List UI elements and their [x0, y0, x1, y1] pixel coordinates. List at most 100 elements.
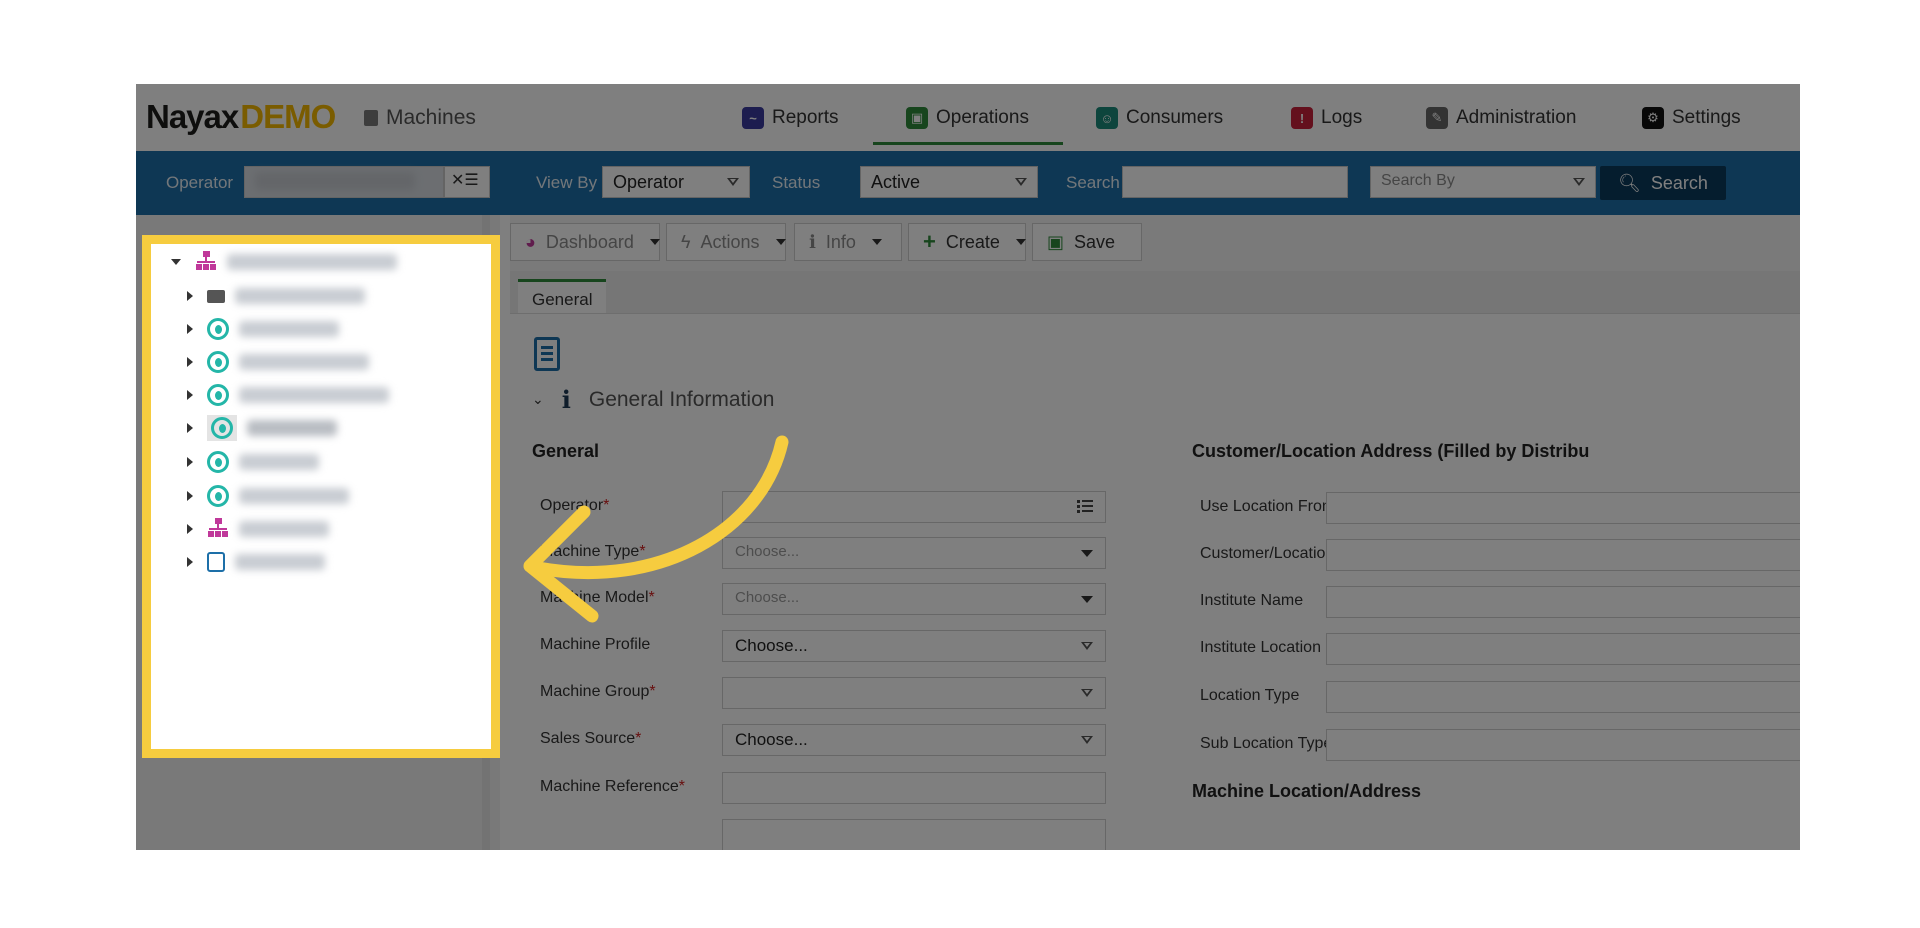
bag-icon — [207, 552, 225, 572]
actions-label: Actions — [700, 231, 760, 252]
expand-caret-icon[interactable] — [187, 524, 193, 534]
sub-location-type-select[interactable] — [1326, 729, 1800, 761]
nav-settings-label: Settings — [1672, 107, 1741, 128]
status-value: Active — [871, 172, 921, 192]
machine-reference-input[interactable] — [722, 772, 1106, 804]
chevron-down-icon: ⌄ — [532, 391, 544, 407]
nav-administration[interactable]: ✎ Administration — [1426, 98, 1576, 138]
nav-operations[interactable]: ▣ Operations — [906, 98, 1029, 138]
tree-node[interactable] — [187, 348, 369, 376]
institute-name-input[interactable] — [1326, 586, 1800, 618]
chevron-down-icon — [1015, 178, 1027, 186]
org-icon — [207, 518, 229, 540]
use-location-from-select[interactable] — [1326, 492, 1800, 524]
top-navigation: NayaxDEMO Machines ~ Reports ▣ Operation… — [136, 84, 1800, 151]
tree-node[interactable] — [187, 515, 329, 543]
sales-source-select[interactable]: Choose... — [722, 724, 1106, 756]
settings-icon: ⚙ — [1642, 107, 1664, 129]
tree-node-selected[interactable] — [187, 414, 337, 442]
info-button[interactable]: ℹ Info — [794, 223, 902, 261]
operator-select[interactable] — [244, 166, 444, 198]
tree-node[interactable] — [187, 381, 389, 409]
tree-node-label-redacted — [239, 454, 319, 470]
chevron-down-icon — [1081, 736, 1093, 744]
pie-chart-icon: ◕ — [525, 231, 536, 252]
tree-node-label-redacted — [239, 321, 339, 337]
section-header[interactable]: ⌄ i General Information — [532, 385, 774, 414]
location-pin-icon — [207, 451, 229, 473]
chevron-down-icon — [649, 239, 660, 245]
expand-caret-icon[interactable] — [187, 357, 193, 367]
reports-icon: ~ — [742, 107, 764, 129]
chevron-down-icon — [1573, 178, 1585, 186]
create-button[interactable]: + Create — [908, 223, 1026, 261]
nav-settings[interactable]: ⚙ Settings — [1642, 98, 1741, 138]
pointer-arrow-annotation — [523, 435, 789, 623]
operations-icon: ▣ — [906, 107, 928, 129]
list-icon[interactable] — [1077, 500, 1093, 514]
field-label-customer-location: Customer/Location — [1200, 545, 1335, 562]
toolbar: ◕ Dashboard ϟ Actions ℹ Info + Create ▣ — [510, 215, 1800, 271]
expand-caret-icon[interactable] — [187, 491, 193, 501]
nav-consumers[interactable]: ☺ Consumers — [1096, 98, 1223, 138]
field-label-location-type: Location Type — [1200, 687, 1300, 704]
plus-icon: + — [923, 229, 936, 254]
tree-node-label-redacted — [239, 387, 389, 403]
field-label-sub-location-type: Sub Location Type — [1200, 735, 1333, 752]
expand-caret-icon[interactable] — [187, 291, 193, 301]
section-title: General Information — [588, 387, 775, 411]
expand-caret-icon[interactable] — [187, 390, 193, 400]
expand-caret-icon[interactable] — [187, 557, 193, 567]
tree-node-root[interactable] — [171, 248, 397, 276]
search-button[interactable]: 🔍︎ Search — [1600, 166, 1726, 200]
nav-consumers-label: Consumers — [1126, 107, 1224, 128]
searchby-select[interactable]: Search By — [1370, 166, 1596, 198]
status-select[interactable]: Active — [860, 166, 1038, 198]
field-label-use-location-from: Use Location From — [1200, 498, 1336, 515]
tree-node-label-redacted — [235, 288, 365, 304]
viewby-select[interactable]: Operator — [602, 166, 750, 198]
tree-node-label-redacted — [239, 354, 369, 370]
tree-node[interactable] — [187, 548, 325, 576]
expand-caret-icon[interactable] — [187, 324, 193, 334]
nav-logs[interactable]: ! Logs — [1291, 98, 1362, 138]
nav-reports[interactable]: ~ Reports — [742, 98, 839, 138]
tree-highlight-box — [142, 235, 500, 758]
search-button-label: Search — [1650, 172, 1708, 193]
actions-button[interactable]: ϟ Actions — [666, 223, 786, 261]
tree-node-label-redacted — [227, 254, 397, 270]
save-button[interactable]: ▣ Save — [1032, 223, 1142, 261]
nayax-logo[interactable]: NayaxDEMO — [146, 98, 336, 136]
tree-node[interactable] — [187, 315, 339, 343]
chevron-down-icon — [1081, 550, 1093, 557]
expand-caret-icon[interactable] — [171, 259, 181, 265]
dashboard-label: Dashboard — [545, 231, 634, 252]
customer-location-heading: Customer/Location Address (Filled by Dis… — [1192, 441, 1590, 461]
field-label-institute-name: Institute Name — [1200, 592, 1304, 609]
machine-number-input[interactable] — [722, 819, 1106, 850]
search-input[interactable] — [1122, 166, 1348, 198]
institute-location-input[interactable] — [1326, 633, 1800, 665]
operator-label: Operator — [166, 173, 234, 192]
machine-group-select[interactable] — [722, 677, 1106, 709]
customer-location-input[interactable] — [1326, 539, 1800, 571]
tree-node-label-redacted — [239, 521, 329, 537]
info-icon: ℹ — [809, 231, 816, 252]
location-pin-icon — [207, 485, 229, 507]
tree-node[interactable] — [187, 482, 349, 510]
tree-node-label-redacted — [247, 420, 337, 436]
operator-clear-list-button[interactable]: ✕☰ — [444, 166, 490, 198]
location-type-select[interactable] — [1326, 681, 1800, 713]
search-icon: 🔍︎ — [1618, 172, 1641, 193]
tree-node[interactable] — [187, 282, 365, 310]
location-pin-icon — [207, 351, 229, 373]
tab-general[interactable]: General — [518, 279, 607, 313]
tree-node[interactable] — [187, 448, 319, 476]
folder-icon — [207, 289, 225, 303]
expand-caret-icon[interactable] — [187, 423, 193, 433]
save-icon: ▣ — [1047, 231, 1065, 252]
dashboard-button[interactable]: ◕ Dashboard — [510, 223, 660, 261]
logs-icon: ! — [1291, 107, 1313, 129]
expand-caret-icon[interactable] — [187, 457, 193, 467]
nav-administration-label: Administration — [1456, 107, 1577, 128]
